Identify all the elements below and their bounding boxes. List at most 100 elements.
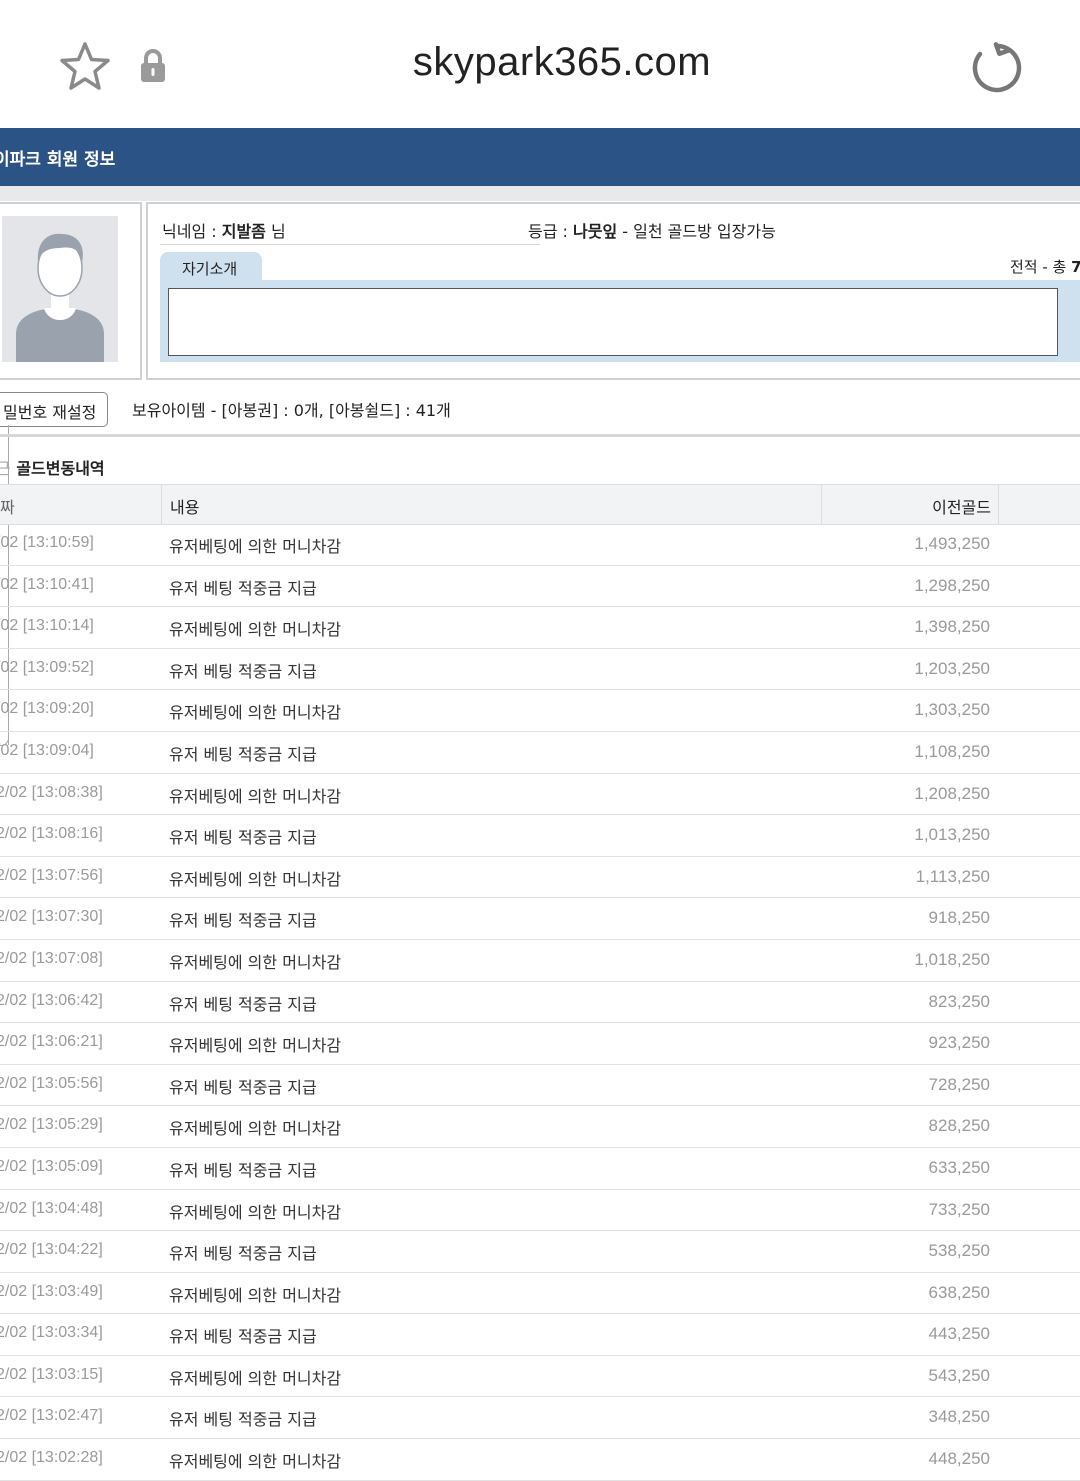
row-prev-gold: 1,113,250 — [915, 866, 990, 886]
table-row: 2/02 [13:07:56] 유저베팅에 의한 머니차감 1,113,250 — [0, 857, 1080, 899]
table-row: /02 [13:09:20] 유저베팅에 의한 머니차감 1,303,250 — [0, 690, 1080, 732]
row-date: 2/02 [13:04:48] — [0, 1199, 103, 1217]
table-row: 2/02 [13:06:42] 유저 베팅 적중금 지급 823,250 — [0, 982, 1080, 1024]
page-title: 이파크 회원 정보 — [0, 150, 116, 170]
row-date: /02 [13:10:59] — [0, 534, 94, 551]
column-content: 내용 — [170, 498, 200, 517]
row-date: 2/02 [13:08:38] — [0, 783, 103, 801]
row-content: 유저 베팅 적중금 지급 — [169, 661, 317, 681]
table-row: 2/02 [13:03:49] 유저베팅에 의한 머니차감 638,250 — [0, 1273, 1080, 1315]
row-date: /02 [13:09:20] — [0, 700, 94, 718]
user-silhouette-icon — [16, 233, 104, 362]
table-row: /02 [13:09:52] 유저 베팅 적중금 지급 1,203,250 — [0, 649, 1080, 691]
table-row: 2/02 [13:08:16] 유저 베팅 적중금 지급 1,013,250 — [0, 815, 1080, 857]
row-date: 2/02 [13:06:42] — [0, 991, 103, 1009]
row-date: 2/02 [13:03:34] — [0, 1324, 103, 1342]
intro-panel — [160, 280, 1080, 362]
row-prev-gold: 1,018,250 — [914, 949, 990, 969]
table-row: 2/02 [13:08:38] 유저베팅에 의한 머니차감 1,208,250 — [0, 774, 1080, 816]
row-prev-gold: 1,303,250 — [914, 700, 990, 720]
grade-description: - 일천 골드방 입장가능 — [617, 222, 776, 241]
gold-history-title: 근 골드변동내역 — [0, 455, 105, 479]
intro-textbox[interactable] — [168, 288, 1058, 356]
tab-intro-label: 자기소개 — [182, 260, 238, 278]
row-prev-gold: 823,250 — [928, 991, 990, 1011]
row-prev-gold: 443,250 — [928, 1324, 990, 1344]
row-date: 2/02 [13:03:15] — [0, 1365, 103, 1383]
table-row: 2/02 [13:06:21] 유저베팅에 의한 머니차감 923,250 — [0, 1023, 1080, 1065]
row-content: 유저베팅에 의한 머니차감 — [169, 537, 342, 556]
row-prev-gold: 448,250 — [928, 1449, 990, 1469]
row-prev-gold: 1,298,250 — [914, 575, 990, 595]
gold-history-title-text: 골드변동내역 — [16, 459, 105, 478]
row-date: /02 [13:10:41] — [0, 575, 94, 593]
row-prev-gold: 348,250 — [928, 1407, 990, 1427]
page-header: 이파크 회원 정보 — [0, 128, 1080, 186]
row-prev-gold: 633,250 — [928, 1157, 990, 1177]
nickname-suffix: 님 — [265, 222, 286, 241]
grade-label: 등급 : — [528, 222, 574, 241]
reload-icon[interactable] — [968, 40, 1024, 96]
row-content: 유저베팅에 의한 머니차감 — [169, 1368, 342, 1388]
row-date: 2/02 [13:05:56] — [0, 1074, 103, 1092]
row-content: 유저 베팅 적중금 지급 — [169, 578, 317, 598]
row-content: 유저베팅에 의한 머니차감 — [169, 1452, 342, 1472]
table-row: 2/02 [13:05:29] 유저베팅에 의한 머니차감 828,250 — [0, 1106, 1080, 1148]
column-prev-gold-cell: 이전골드 — [821, 485, 999, 524]
table-row: 2/02 [13:02:28] 유저베팅에 의한 머니차감 448,250 — [0, 1439, 1080, 1481]
table-row: 2/02 [13:07:08] 유저베팅에 의한 머니차감 1,018,250 — [0, 940, 1080, 982]
table-row: 2/02 [13:03:15] 유저베팅에 의한 머니차감 543,250 — [0, 1356, 1080, 1398]
column-date: 짜 — [0, 498, 15, 517]
row-date: 2/02 [13:05:29] — [0, 1116, 103, 1134]
row-content: 유저베팅에 의한 머니차감 — [169, 1285, 342, 1305]
row-content: 유저 베팅 적중금 지급 — [169, 1244, 317, 1264]
row-content: 유저베팅에 의한 머니차감 — [169, 703, 342, 723]
row-prev-gold: 728,250 — [928, 1074, 990, 1094]
row-prev-gold: 538,250 — [928, 1241, 990, 1261]
row-content: 유저 베팅 적중금 지급 — [169, 744, 317, 764]
table-row: /02 [13:10:14] 유저베팅에 의한 머니차감 1,398,250 — [0, 607, 1080, 649]
divider-strip — [0, 186, 1080, 201]
column-content-cell: 내용 — [161, 485, 199, 524]
row-content: 유저 베팅 적중금 지급 — [169, 1327, 317, 1347]
tab-intro[interactable]: 자기소개 — [160, 252, 262, 282]
gold-history-title-prefix: 근 — [0, 459, 11, 478]
row-prev-gold: 1,493,250 — [914, 534, 990, 553]
row-date: 2/02 [13:06:21] — [0, 1033, 103, 1051]
row-prev-gold: 1,013,250 — [914, 825, 990, 845]
record-summary: 전적 - 총 7 — [1010, 256, 1080, 277]
browser-toolbar: skypark365.com — [0, 0, 1080, 128]
row-content: 유저베팅에 의한 머니차감 — [169, 1036, 342, 1056]
row-prev-gold: 1,108,250 — [914, 741, 990, 761]
row-date: 2/02 [13:07:08] — [0, 949, 103, 967]
address-bar[interactable]: skypark365.com — [0, 40, 1080, 85]
row-content: 유저 베팅 적중금 지급 — [169, 828, 317, 848]
table-row: 2/02 [13:04:48] 유저베팅에 의한 머니차감 733,250 — [0, 1190, 1080, 1232]
row-content: 유저베팅에 의한 머니차감 — [169, 786, 342, 806]
row-date: 2/02 [13:03:49] — [0, 1282, 103, 1300]
owned-items: 보유아이템 - [아봉권] : 0개, [아봉쉴드] : 41개 — [132, 401, 451, 420]
row-content: 유저베팅에 의한 머니차감 — [169, 620, 342, 640]
row-content: 유저 베팅 적중금 지급 — [169, 994, 317, 1014]
table-row: 2/02 [13:05:56] 유저 베팅 적중금 지급 728,250 — [0, 1065, 1080, 1107]
password-reset-label: 밀번호 재설정 — [3, 403, 97, 422]
row-date: 2/02 [13:02:47] — [0, 1407, 103, 1425]
table-row: /02 [13:10:41] 유저 베팅 적중금 지급 1,298,250 — [0, 566, 1080, 608]
row-date: 2/02 [13:04:22] — [0, 1241, 103, 1259]
row-content: 유저베팅에 의한 머니차감 — [169, 952, 342, 972]
row-date: 2/02 [13:07:30] — [0, 908, 103, 926]
row-prev-gold: 638,250 — [928, 1282, 990, 1302]
table-row: 2/02 [13:04:22] 유저 베팅 적중금 지급 538,250 — [0, 1231, 1080, 1273]
profile-info-panel: 닉네임 : 지발좀 님 등급 : 나뭇잎 - 일천 골드방 입장가능 자기소개 … — [146, 202, 1080, 380]
table-row: 2/02 [13:07:30] 유저 베팅 적중금 지급 918,250 — [0, 898, 1080, 940]
row-prev-gold: 1,398,250 — [914, 617, 990, 637]
password-reset-button[interactable]: 밀번호 재설정 — [0, 392, 108, 427]
gold-history-table: /02 [13:10:59] 유저베팅에 의한 머니차감 1,493,250/02 … — [0, 524, 1080, 1481]
row-prev-gold: 1,203,250 — [914, 658, 990, 678]
row-date: 2/02 [13:07:56] — [0, 866, 103, 884]
nickname-line: 닉네임 : 지발좀 님 — [162, 218, 286, 242]
nickname-label: 닉네임 : — [162, 222, 222, 241]
row-content: 유저베팅에 의한 머니차감 — [169, 1202, 342, 1222]
row-content: 유저 베팅 적중금 지급 — [169, 1077, 317, 1097]
url-text: skypark365.com — [412, 40, 712, 84]
